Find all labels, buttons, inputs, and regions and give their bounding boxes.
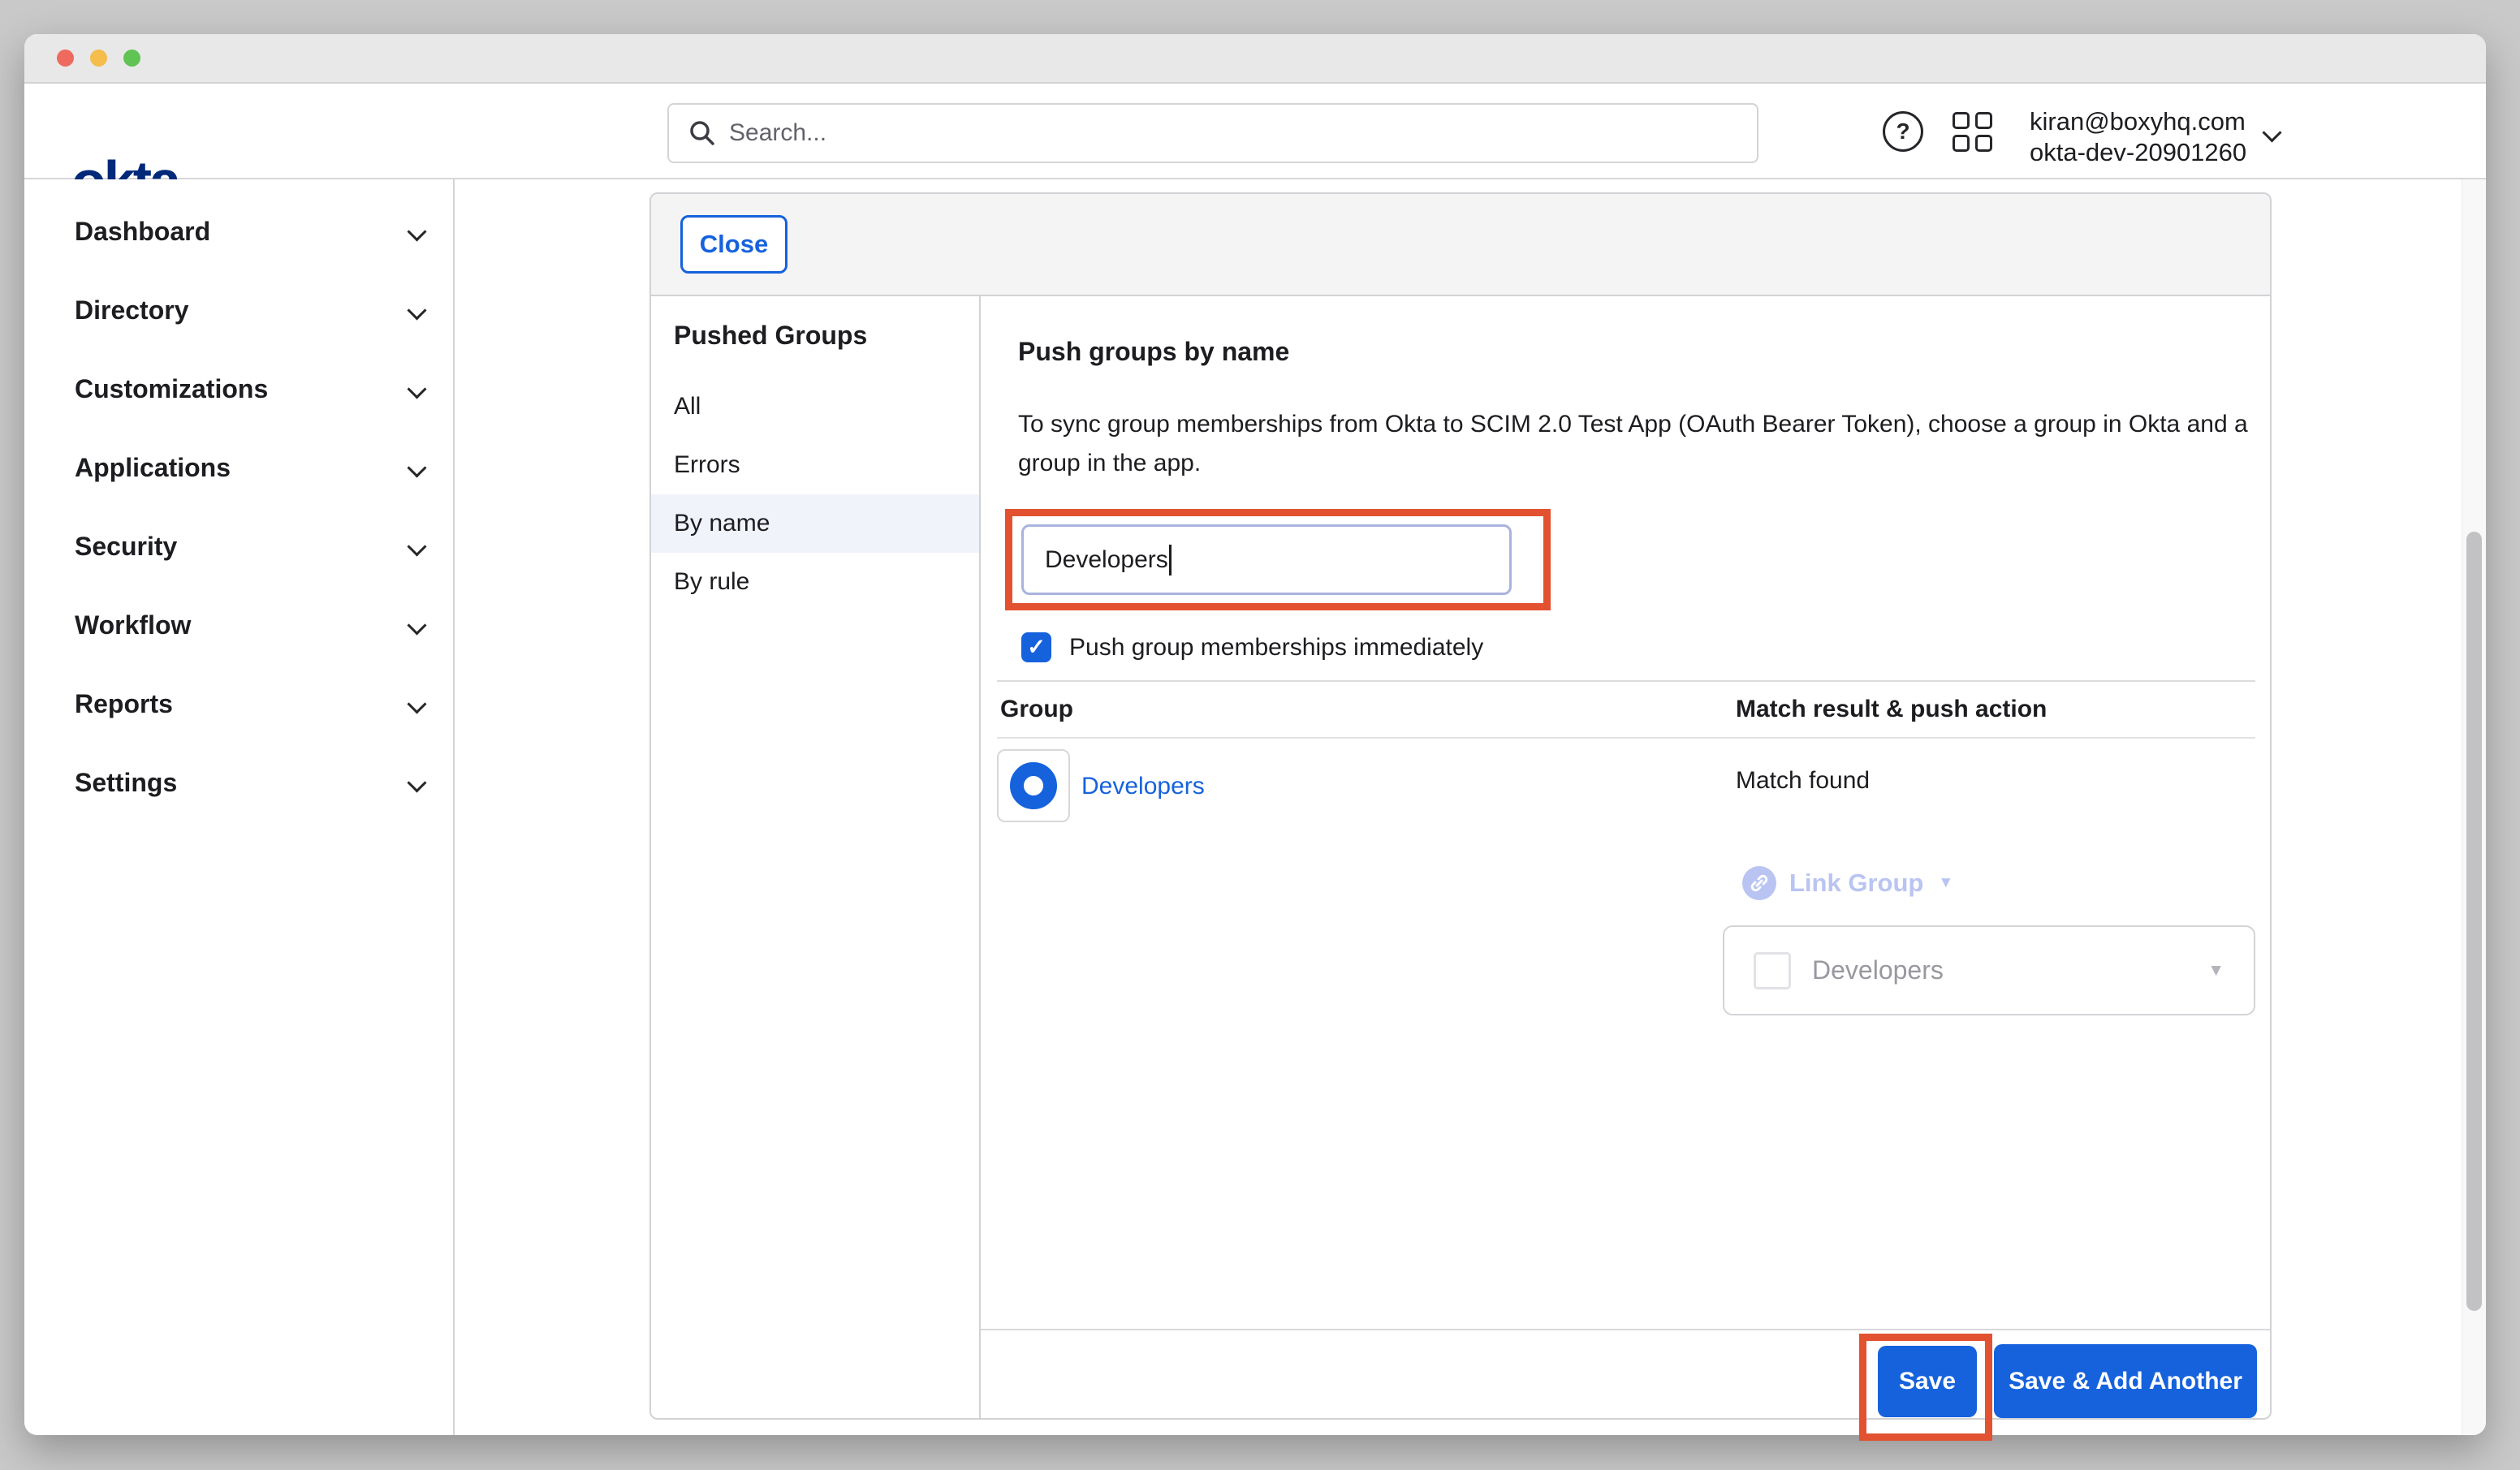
chevron-down-icon[interactable] — [2262, 123, 2281, 142]
blue-donut-icon — [1010, 762, 1057, 809]
apps-button[interactable] — [1953, 84, 1992, 179]
window-zoom-icon[interactable] — [123, 50, 140, 67]
search-icon — [688, 119, 716, 147]
account-menu[interactable]: kiran@boxyhq.com okta-dev-20901260 — [2030, 106, 2246, 168]
group-name-input[interactable]: Developers — [1021, 524, 1512, 595]
chain-link-icon — [1742, 866, 1776, 900]
app-group-placeholder-icon — [1754, 952, 1791, 989]
push-immediately-option: ✓ Push group memberships immediately — [1021, 632, 1483, 662]
window-close-icon[interactable] — [57, 50, 74, 67]
chevron-down-icon — [407, 615, 426, 635]
footer-divider — [981, 1329, 2270, 1330]
table-top-divider — [997, 680, 2255, 682]
column-header-group: Group — [1000, 694, 1073, 725]
subnav-item-errors[interactable]: Errors — [651, 436, 979, 494]
column-header-match-result: Match result & push action — [1736, 694, 2047, 725]
scrollbar-thumb[interactable] — [2466, 532, 2482, 1311]
account-org: okta-dev-20901260 — [2030, 137, 2246, 168]
account-email: kiran@boxyhq.com — [2030, 106, 2246, 137]
apps-grid-icon — [1953, 112, 1992, 152]
text-cursor — [1169, 545, 1172, 575]
push-by-name-panel: Push groups by name To sync group member… — [981, 296, 2270, 1418]
vertical-scrollbar[interactable] — [2462, 179, 2486, 1435]
sidebar-item-security[interactable]: Security — [24, 507, 453, 586]
sidebar-item-applications[interactable]: Applications — [24, 429, 453, 507]
pushed-groups-subnav: Pushed Groups All Errors By name By rule — [651, 296, 981, 1418]
subnav-item-all[interactable]: All — [651, 377, 979, 436]
app-group-select[interactable]: Developers ▼ — [1723, 925, 2255, 1015]
subnav-item-by-rule[interactable]: By rule — [651, 553, 979, 611]
chevron-down-icon — [407, 300, 426, 320]
chevron-down-icon — [407, 537, 426, 556]
subnav-item-by-name[interactable]: By name — [651, 494, 979, 553]
help-button[interactable]: ? — [1883, 84, 1923, 179]
chevron-down-icon — [407, 379, 426, 399]
save-add-another-button[interactable]: Save & Add Another — [1994, 1344, 2257, 1418]
sidebar-item-dashboard[interactable]: Dashboard — [24, 192, 453, 271]
sidebar-nav: Dashboard Directory Customizations Appli… — [24, 179, 455, 1435]
app-window: okta ? kiran@boxyhq.com — [24, 34, 2486, 1435]
save-button[interactable]: Save — [1878, 1346, 1977, 1417]
caret-down-icon: ▼ — [1938, 874, 1953, 892]
sidebar-item-directory[interactable]: Directory — [24, 271, 453, 350]
link-group-dropdown[interactable]: Link Group ▼ — [1742, 866, 1953, 900]
caret-down-icon: ▼ — [2207, 961, 2224, 981]
match-result-text: Match found — [1736, 765, 1870, 796]
chevron-down-icon — [407, 773, 426, 792]
top-header: okta ? kiran@boxyhq.com — [24, 84, 2486, 179]
sidebar-item-workflow[interactable]: Workflow — [24, 586, 453, 665]
close-button[interactable]: Close — [680, 215, 788, 274]
panel-title: Push groups by name — [1018, 335, 1289, 368]
window-minimize-icon[interactable] — [90, 50, 107, 67]
chevron-down-icon — [407, 222, 426, 241]
global-search[interactable] — [667, 103, 1758, 163]
sidebar-item-settings[interactable]: Settings — [24, 744, 453, 822]
subnav-title: Pushed Groups — [651, 319, 979, 351]
link-group-label: Link Group — [1789, 869, 1923, 898]
help-icon: ? — [1883, 111, 1923, 152]
group-name-value: Developers — [1045, 546, 1168, 574]
chevron-down-icon — [407, 694, 426, 713]
table-header-divider — [997, 737, 2255, 739]
push-immediately-checkbox[interactable]: ✓ — [1021, 632, 1051, 662]
panel-description: To sync group memberships from Okta to S… — [1018, 405, 2260, 483]
push-groups-dialog: Close Pushed Groups All Errors By name B… — [649, 192, 2272, 1420]
chevron-down-icon — [407, 458, 426, 477]
sidebar-item-customizations[interactable]: Customizations — [24, 350, 453, 429]
group-avatar — [997, 749, 1070, 822]
sidebar-item-reports[interactable]: Reports — [24, 665, 453, 744]
window-titlebar — [24, 34, 2486, 84]
push-immediately-label: Push group memberships immediately — [1069, 634, 1483, 662]
search-input[interactable] — [729, 119, 1737, 147]
dialog-toolbar: Close — [651, 194, 2270, 296]
app-group-value: Developers — [1812, 955, 2186, 985]
group-name-link[interactable]: Developers — [1081, 771, 1205, 802]
